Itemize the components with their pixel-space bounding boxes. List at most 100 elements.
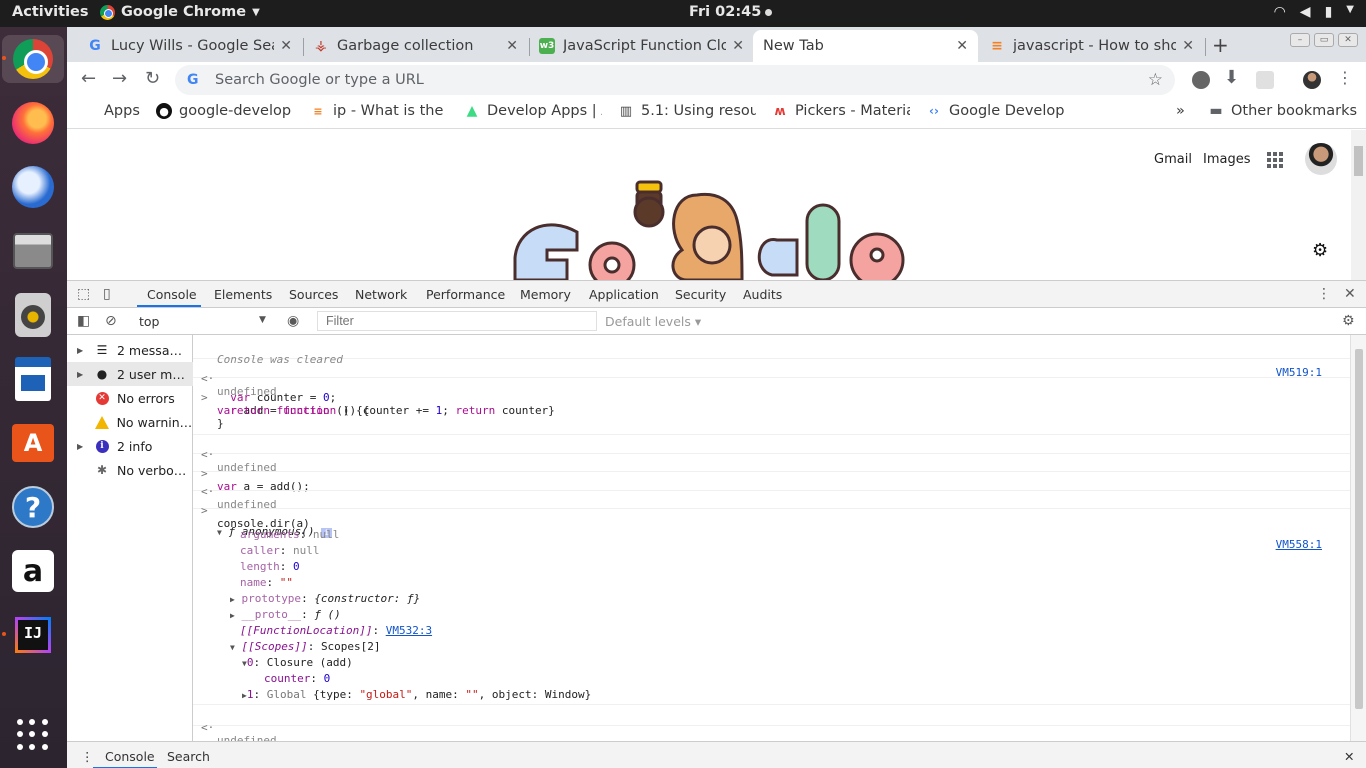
extension-disabled-icon[interactable]: [1256, 71, 1274, 89]
activities-button[interactable]: Activities: [12, 4, 89, 20]
sidebar-info[interactable]: ▶ i 2 info: [67, 434, 193, 458]
extension-icon[interactable]: [1192, 71, 1210, 89]
gear-icon[interactable]: ⚙: [1312, 240, 1328, 261]
log-levels-dropdown[interactable]: Default levels ▾: [605, 314, 701, 329]
function-location-link[interactable]: VM532:3: [386, 624, 432, 637]
google-apps-icon[interactable]: [1267, 152, 1283, 168]
account-avatar[interactable]: [1305, 143, 1337, 175]
dock-help[interactable]: ?: [9, 483, 57, 531]
source-link[interactable]: VM558:1: [1276, 538, 1322, 551]
close-tab-icon[interactable]: ✕: [732, 38, 744, 54]
drawer-tab-search[interactable]: Search: [167, 749, 210, 764]
show-applications-button[interactable]: [9, 711, 57, 759]
app-menu[interactable]: Google Chrome ▼: [100, 4, 260, 20]
tab-audits[interactable]: Audits: [743, 287, 782, 302]
close-tab-icon[interactable]: ✕: [280, 38, 292, 54]
dock-software[interactable]: A: [9, 419, 57, 467]
minimize-button[interactable]: –: [1290, 33, 1310, 47]
bookmarks-overflow-button[interactable]: »: [1176, 103, 1185, 119]
dock-amazon[interactable]: a: [9, 547, 57, 595]
context-selector[interactable]: top: [139, 314, 159, 329]
omnibox[interactable]: G Search Google or type a URL ☆: [175, 65, 1175, 95]
bookmark-google-developers[interactable]: ‹› Google Develop: [926, 103, 1064, 119]
github-icon: ●: [156, 103, 172, 119]
dock-intellij[interactable]: IJ: [9, 611, 57, 659]
clock[interactable]: Fri 02:45: [689, 4, 773, 20]
menu-kebab-icon[interactable]: ⋮: [1337, 68, 1353, 87]
dock-thunderbird[interactable]: [9, 163, 57, 211]
toggle-sidebar-icon[interactable]: ◧: [77, 313, 90, 329]
tab-new-tab[interactable]: New Tab ✕: [753, 30, 978, 62]
sidebar-user-messages[interactable]: ▶ ● 2 user mes...: [67, 362, 193, 386]
console-output[interactable]: Console was cleared VM519:1 <· undefined…: [193, 335, 1350, 741]
devtools-menu-icon[interactable]: ⋮: [1317, 286, 1331, 302]
tab-js-closures[interactable]: w3 JavaScript Function Clo ✕: [529, 30, 754, 62]
console-result: <· undefined: [193, 359, 1350, 398]
console-filter-input[interactable]: [317, 311, 597, 331]
tab-stackoverflow[interactable]: ≡ javascript - How to show ✕: [979, 30, 1204, 62]
maximize-button[interactable]: ▭: [1314, 33, 1334, 47]
bookmark-star-icon[interactable]: ☆: [1148, 70, 1163, 90]
forward-button[interactable]: →: [112, 68, 127, 89]
bookmark-stackexchange[interactable]: ≡ ip - What is the d: [310, 103, 448, 119]
sidebar-errors[interactable]: ✕ No errors: [67, 386, 193, 410]
tab-security[interactable]: Security: [675, 287, 726, 302]
system-top-bar: Activities Google Chrome ▼ Fri 02:45 ◠ ◀…: [0, 0, 1366, 27]
back-button[interactable]: ←: [81, 68, 96, 89]
dock-rhythmbox[interactable]: [9, 291, 57, 339]
bookmark-codelab[interactable]: ▥ 5.1: Using resour: [618, 103, 756, 119]
bookmark-android[interactable]: ▲ Develop Apps | A: [464, 103, 602, 119]
expand-arrow-icon: ▶: [77, 441, 84, 451]
reload-button[interactable]: ↻: [145, 68, 160, 89]
console-settings-gear-icon[interactable]: ⚙: [1342, 313, 1355, 329]
dock-files[interactable]: [9, 227, 57, 275]
inspect-element-icon[interactable]: ⬚: [77, 286, 90, 302]
scope-global[interactable]: ▶1: Global {type: "global", name: "", ob…: [193, 688, 1350, 705]
bookmark-apps[interactable]: Apps: [81, 103, 140, 119]
page-scrollbar[interactable]: [1351, 130, 1366, 280]
tab-lucy-wills[interactable]: G Lucy Wills - Google Sear ✕: [77, 30, 302, 62]
clear-console-icon[interactable]: ⊘: [105, 313, 117, 329]
drawer-tab-console[interactable]: Console: [105, 749, 155, 764]
bookmark-material[interactable]: ʍ Pickers - Materia: [772, 103, 910, 119]
tab-network[interactable]: Network: [355, 287, 407, 302]
dock-chrome[interactable]: [2, 35, 64, 83]
sidebar-verbose[interactable]: ✱ No verbose: [67, 458, 193, 482]
dock-writer[interactable]: [9, 355, 57, 403]
close-drawer-icon[interactable]: ✕: [1344, 749, 1354, 764]
dock-firefox[interactable]: [9, 99, 57, 147]
dir-root[interactable]: ▼ ƒ anonymous() i VM558:1: [193, 512, 1350, 564]
close-window-button[interactable]: ✕: [1338, 33, 1358, 47]
tab-performance[interactable]: Performance: [426, 287, 505, 302]
close-devtools-icon[interactable]: ✕: [1344, 286, 1356, 302]
tab-application[interactable]: Application: [589, 287, 659, 302]
prop-value: null: [293, 544, 320, 557]
prop-value: null: [312, 528, 340, 541]
close-tab-icon[interactable]: ✕: [956, 38, 968, 54]
tab-memory[interactable]: Memory: [520, 287, 571, 302]
console-prompt[interactable]: >: [193, 726, 1350, 741]
close-tab-icon[interactable]: ✕: [506, 38, 518, 54]
new-tab-button[interactable]: +: [1212, 33, 1229, 57]
console-scrollbar-thumb[interactable]: [1355, 349, 1363, 709]
close-tab-icon[interactable]: ✕: [1182, 38, 1194, 54]
device-toolbar-icon[interactable]: ▯: [103, 286, 111, 302]
profile-avatar[interactable]: [1303, 71, 1321, 89]
eye-icon[interactable]: ◉: [287, 313, 299, 329]
sidebar-warnings[interactable]: No warnings: [67, 410, 193, 434]
images-link[interactable]: Images: [1203, 152, 1251, 167]
page-scrollbar-thumb[interactable]: [1354, 146, 1363, 176]
tab-console[interactable]: Console: [147, 287, 197, 302]
bookmark-github[interactable]: ● google-develope: [156, 103, 292, 119]
other-bookmarks[interactable]: ▬ Other bookmarks: [1208, 103, 1357, 119]
tab-sources[interactable]: Sources: [289, 287, 338, 302]
download-icon[interactable]: ⬇: [1224, 67, 1239, 88]
gmail-link[interactable]: Gmail: [1154, 152, 1192, 167]
tab-garbage-collection[interactable]: ⚶ Garbage collection ✕: [303, 30, 528, 62]
sidebar-messages[interactable]: ▶ ☰ 2 messages: [67, 338, 193, 362]
system-tray[interactable]: ◠ ◀ ▮ ▼: [1274, 4, 1354, 20]
drawer-menu-icon[interactable]: ⋮: [81, 749, 94, 764]
google-doodle[interactable]: [507, 180, 927, 280]
tab-elements[interactable]: Elements: [214, 287, 272, 302]
console-scrollbar[interactable]: [1350, 335, 1366, 741]
